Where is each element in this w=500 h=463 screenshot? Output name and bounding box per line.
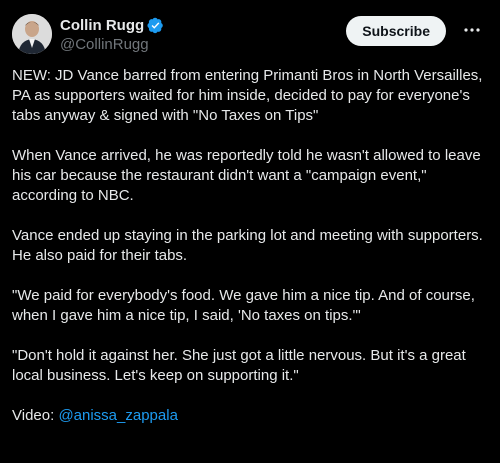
author-handle[interactable]: @CollinRugg — [60, 36, 164, 53]
tweet-text: NEW: JD Vance barred from entering Prima… — [12, 66, 490, 446]
video-credit-link[interactable]: @anissa_zappala — [58, 407, 177, 424]
verified-badge-icon — [147, 17, 164, 34]
subscribe-button[interactable]: Subscribe — [346, 16, 446, 46]
author-info: Collin Rugg @CollinRugg — [60, 15, 164, 53]
tweet-paragraph: When Vance arrived, he was reportedly to… — [12, 147, 481, 204]
display-name-row: Collin Rugg — [60, 15, 164, 35]
more-horizontal-icon — [464, 28, 480, 32]
tweet-header: Collin Rugg @CollinRugg Subscribe — [12, 12, 490, 56]
tweet-paragraph: "We paid for everybody's food. We gave h… — [12, 287, 475, 324]
tweet-card: Collin Rugg @CollinRugg Subscribe NEW: J… — [0, 0, 500, 463]
display-name[interactable]: Collin Rugg — [60, 17, 144, 34]
avatar[interactable] — [12, 14, 52, 54]
more-options-button[interactable] — [460, 20, 484, 40]
tweet-paragraph: NEW: JD Vance barred from entering Prima… — [12, 67, 483, 124]
avatar-photo-icon — [12, 14, 52, 54]
video-label: Video: — [12, 407, 59, 424]
tweet-paragraph: Vance ended up staying in the parking lo… — [12, 227, 483, 264]
tweet-paragraph: "Don't hold it against her. She just got… — [12, 347, 466, 384]
video-credit-line: Video: @anissa_zappala — [12, 406, 490, 426]
